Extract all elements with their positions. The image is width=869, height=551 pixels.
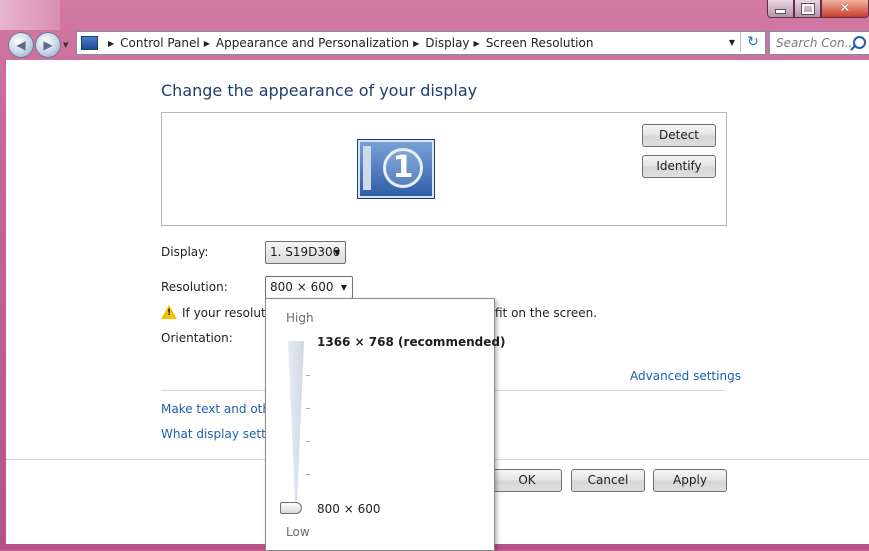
breadcrumb-display[interactable]: Display bbox=[425, 36, 469, 50]
monitor-sidebar bbox=[363, 146, 371, 190]
orientation-label: Orientation: bbox=[161, 331, 233, 345]
cancel-button[interactable]: Cancel bbox=[571, 469, 645, 492]
page-title: Change the appearance of your display bbox=[161, 81, 478, 100]
resolution-slider-thumb[interactable] bbox=[280, 502, 302, 514]
refresh-button[interactable]: ↻ bbox=[740, 32, 765, 52]
chevron-right-icon[interactable]: ▶ bbox=[413, 39, 419, 48]
warning-icon-mark: ! bbox=[167, 308, 172, 318]
display-label: Display: bbox=[161, 245, 209, 259]
breadcrumb-control-panel[interactable]: Control Panel bbox=[120, 36, 200, 50]
chevron-down-icon: ▼ bbox=[340, 283, 347, 292]
resolution-select[interactable]: 800 × 600 ▼ bbox=[265, 276, 353, 299]
minimize-button[interactable] bbox=[767, 0, 794, 18]
resolution-option-current[interactable]: 800 × 600 bbox=[317, 502, 381, 516]
recent-pages-dropdown[interactable]: ▼ bbox=[63, 41, 68, 49]
resolution-option-recommended[interactable]: 1366 × 768 (recommended) bbox=[317, 335, 505, 349]
resolution-select-value: 800 × 600 bbox=[270, 280, 334, 294]
maximize-icon bbox=[800, 2, 815, 15]
forward-button[interactable]: ▶ bbox=[35, 32, 61, 58]
warning-text: If your resolutio bbox=[182, 306, 277, 320]
apply-button[interactable]: Apply bbox=[653, 469, 727, 492]
forward-arrow-icon: ▶ bbox=[43, 38, 53, 52]
resolution-label: Resolution: bbox=[161, 280, 228, 294]
monitor-number-badge: 1 bbox=[383, 148, 423, 188]
back-button[interactable]: ◀ bbox=[8, 32, 34, 58]
search-icon[interactable] bbox=[853, 36, 866, 49]
display-select-value: 1. S19D300 bbox=[270, 245, 341, 259]
window-controls: ✕ bbox=[767, 0, 869, 18]
refresh-icon: ↻ bbox=[747, 34, 759, 50]
breadcrumb-appearance[interactable]: Appearance and Personalization bbox=[216, 36, 409, 50]
monitor-1[interactable]: 1 bbox=[357, 139, 435, 199]
chevron-right-icon[interactable]: ▶ bbox=[204, 39, 210, 48]
ok-button[interactable]: OK bbox=[492, 469, 562, 492]
slider-low-label: Low bbox=[286, 525, 310, 539]
resolution-slider-track[interactable] bbox=[288, 341, 304, 507]
resolution-slider-popup: High 1366 × 768 (recommended) 800 × 600 … bbox=[265, 298, 505, 551]
slider-high-label: High bbox=[286, 311, 314, 325]
slider-tick bbox=[306, 441, 310, 442]
breadcrumb: ▶ Control Panel ▶ Appearance and Persona… bbox=[104, 36, 593, 50]
detect-button[interactable]: Detect bbox=[642, 124, 716, 147]
warning-text-end: fit on the screen. bbox=[495, 306, 598, 320]
slider-tick bbox=[306, 474, 310, 475]
control-panel-icon bbox=[81, 36, 98, 50]
slider-tick bbox=[306, 408, 310, 409]
minimize-icon bbox=[775, 9, 786, 14]
display-preview: 1 Detect Identify bbox=[161, 112, 727, 226]
close-icon: ✕ bbox=[839, 1, 851, 16]
address-bar[interactable]: ▶ Control Panel ▶ Appearance and Persona… bbox=[76, 31, 766, 55]
address-dropdown-icon[interactable]: ▼ bbox=[729, 38, 735, 47]
advanced-settings-link[interactable]: Advanced settings bbox=[630, 369, 741, 383]
chevron-down-icon: ▼ bbox=[333, 248, 340, 257]
slider-tick bbox=[306, 375, 310, 376]
display-select[interactable]: 1. S19D300 ▼ bbox=[265, 241, 346, 264]
close-button[interactable]: ✕ bbox=[821, 0, 869, 18]
search-input[interactable]: Search Con... bbox=[776, 36, 856, 50]
breadcrumb-screen-resolution[interactable]: Screen Resolution bbox=[486, 36, 594, 50]
search-box[interactable]: Search Con... bbox=[769, 31, 869, 55]
maximize-button[interactable] bbox=[794, 0, 821, 18]
title-bar-glass bbox=[0, 0, 60, 30]
identify-button[interactable]: Identify bbox=[642, 155, 716, 178]
chevron-right-icon[interactable]: ▶ bbox=[474, 39, 480, 48]
chevron-right-icon[interactable]: ▶ bbox=[108, 39, 114, 48]
back-arrow-icon: ◀ bbox=[16, 38, 26, 52]
